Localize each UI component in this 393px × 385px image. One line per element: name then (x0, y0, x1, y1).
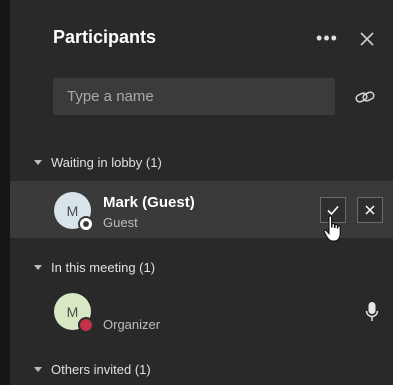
mic-icon[interactable] (365, 301, 379, 323)
caret-down-icon (34, 265, 42, 270)
participant-role: Guest (103, 215, 138, 230)
caret-down-icon (34, 160, 42, 165)
close-panel-button[interactable] (355, 27, 379, 51)
avatar-initial: M (66, 303, 79, 320)
dismiss-icon (365, 205, 375, 215)
avatar: M (54, 192, 94, 232)
avatar-initial: M (66, 202, 79, 219)
status-offline-icon (78, 216, 94, 232)
status-dnd-icon (78, 317, 94, 333)
section-meeting-header[interactable]: In this meeting (1) (34, 260, 155, 275)
share-invite-button[interactable] (354, 86, 376, 108)
deny-button[interactable] (357, 197, 383, 223)
search-placeholder: Type a name (67, 88, 154, 105)
search-input[interactable]: Type a name (53, 78, 335, 115)
section-invited-header[interactable]: Others invited (1) (34, 362, 151, 377)
panel-title: Participants (53, 27, 157, 47)
caret-down-icon (34, 367, 42, 372)
avatar: M (54, 293, 94, 333)
participants-panel: Participants ••• Type a name Waiting in … (10, 0, 393, 385)
more-icon: ••• (316, 27, 338, 48)
section-invited-label: Others invited (1) (51, 362, 151, 377)
link-icon (355, 91, 375, 103)
section-lobby-header[interactable]: Waiting in lobby (1) (34, 155, 162, 170)
section-lobby-label: Waiting in lobby (1) (51, 155, 162, 170)
more-options-button[interactable]: ••• (315, 26, 339, 50)
participant-name: Mark (Guest) (103, 194, 195, 211)
meeting-participant-row[interactable]: M Organizer (10, 284, 393, 340)
participant-role: Organizer (103, 317, 161, 332)
close-icon (360, 32, 374, 46)
pointer-cursor-icon (323, 215, 341, 242)
section-meeting-label: In this meeting (1) (51, 260, 156, 275)
app-rail-edge (0, 0, 10, 385)
